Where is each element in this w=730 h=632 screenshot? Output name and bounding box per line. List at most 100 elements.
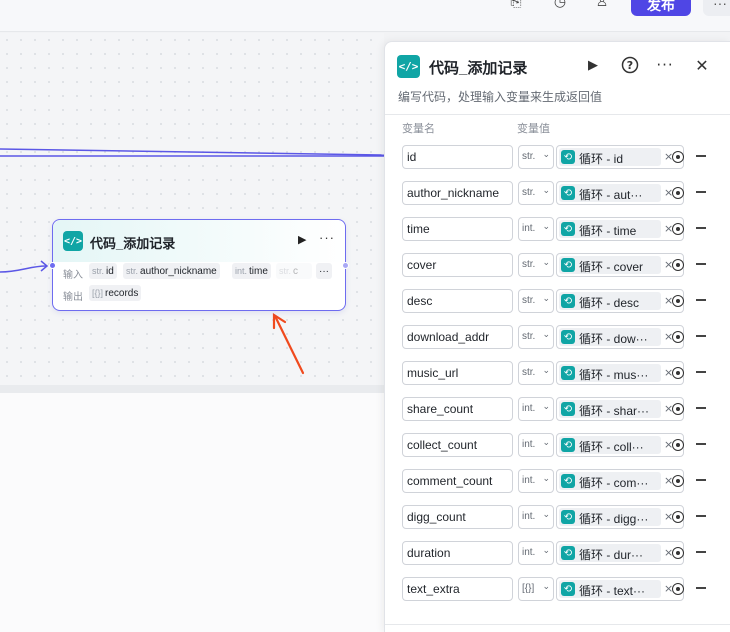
close-icon[interactable]: ✕ [692, 55, 712, 75]
loop-icon: ⟲ [561, 294, 575, 308]
loop-icon: ⟲ [561, 510, 575, 524]
variable-type-label: str. [522, 367, 536, 378]
variable-type-label: int. [522, 547, 536, 558]
variable-value-text: 循环 - dur··· [579, 548, 643, 562]
variable-value-field[interactable]: ⟲ 循环 - shar··· × [556, 397, 684, 421]
variable-type-select[interactable]: int. ⌄ [518, 541, 554, 565]
variable-picker-icon[interactable] [672, 259, 684, 271]
remove-variable-icon[interactable] [696, 299, 706, 301]
variable-type-select[interactable]: int. ⌄ [518, 397, 554, 421]
variable-picker-icon[interactable] [672, 331, 684, 343]
help-icon[interactable]: ? [620, 55, 640, 75]
remove-variable-icon[interactable] [696, 587, 706, 589]
variable-picker-icon[interactable] [672, 151, 684, 163]
loop-icon: ⟲ [561, 402, 575, 416]
variable-picker-icon[interactable] [672, 547, 684, 559]
remove-variable-icon[interactable] [696, 443, 706, 445]
node-inputs-more-icon[interactable]: ··· [316, 263, 332, 279]
variable-value-text: 循环 - desc [579, 296, 640, 310]
variable-type-select[interactable]: int. ⌄ [518, 217, 554, 241]
variable-picker-icon[interactable] [672, 403, 684, 415]
variable-value-field[interactable]: ⟲ 循环 - text··· × [556, 577, 684, 601]
variable-picker-icon[interactable] [672, 439, 684, 451]
variable-value-field[interactable]: ⟲ 循环 - time × [556, 217, 684, 241]
remove-variable-icon[interactable] [696, 371, 706, 373]
variable-name-input[interactable]: collect_count [402, 433, 513, 457]
remove-variable-icon[interactable] [696, 551, 706, 553]
chevron-down-icon: ⌄ [542, 546, 550, 556]
variable-picker-icon[interactable] [672, 511, 684, 523]
variable-picker-icon[interactable] [672, 475, 684, 487]
publish-button[interactable]: 发布 [631, 0, 691, 16]
more-icon[interactable]: ··· [655, 55, 675, 75]
variable-value-field[interactable]: ⟲ 循环 - dow··· × [556, 325, 684, 349]
variable-name-input[interactable]: comment_count [402, 469, 513, 493]
run-icon[interactable]: ▶ [583, 55, 603, 75]
user-icon[interactable]: ♙ [589, 0, 615, 12]
code-icon: </> [397, 55, 420, 78]
loop-icon: ⟲ [561, 366, 575, 380]
variable-name-input[interactable]: time [402, 217, 513, 241]
remove-variable-icon[interactable] [696, 407, 706, 409]
variable-value-field[interactable]: ⟲ 循环 - dur··· × [556, 541, 684, 565]
variable-value-field[interactable]: ⟲ 循环 - cover × [556, 253, 684, 277]
variable-value-field[interactable]: ⟲ 循环 - mus··· × [556, 361, 684, 385]
variable-name-input[interactable]: download_addr [402, 325, 513, 349]
remove-variable-icon[interactable] [696, 227, 706, 229]
remove-variable-icon[interactable] [696, 191, 706, 193]
variable-value-field[interactable]: ⟲ 循环 - desc × [556, 289, 684, 313]
variable-type-select[interactable]: [{}] ⌄ [518, 577, 554, 601]
variable-name-input[interactable]: id [402, 145, 513, 169]
variable-type-label: int. [522, 475, 536, 486]
node-input-chip: str. author_nickname [123, 263, 220, 279]
variable-value-field[interactable]: ⟲ 循环 - coll··· × [556, 433, 684, 457]
variable-name-input[interactable]: desc [402, 289, 513, 313]
remove-variable-icon[interactable] [696, 335, 706, 337]
variable-name-input[interactable]: cover [402, 253, 513, 277]
variable-value-text: 循环 - dow··· [579, 332, 648, 346]
variable-name-input[interactable]: author_nickname [402, 181, 513, 205]
variable-type-select[interactable]: str. ⌄ [518, 361, 554, 385]
variable-picker-icon[interactable] [672, 223, 684, 235]
remove-variable-icon[interactable] [696, 155, 706, 157]
more-icon[interactable]: ··· [703, 0, 730, 16]
variable-type-select[interactable]: int. ⌄ [518, 505, 554, 529]
variable-picker-icon[interactable] [672, 187, 684, 199]
variable-value-chip: ⟲ 循环 - mus··· [559, 364, 661, 382]
variable-type-select[interactable]: str. ⌄ [518, 289, 554, 313]
variable-type-select[interactable]: int. ⌄ [518, 469, 554, 493]
variable-value-text: 循环 - digg··· [579, 512, 649, 526]
variable-value-field[interactable]: ⟲ 循环 - aut··· × [556, 181, 684, 205]
variable-type-select[interactable]: str. ⌄ [518, 181, 554, 205]
variable-picker-icon[interactable] [672, 367, 684, 379]
node-output-chip: [{}] records [89, 285, 142, 301]
node-input-port[interactable] [49, 262, 56, 269]
variable-picker-icon[interactable] [672, 583, 684, 595]
variable-name-input[interactable]: share_count [402, 397, 513, 421]
variable-value-chip: ⟲ 循环 - shar··· [559, 400, 661, 418]
node-output-port[interactable] [342, 262, 349, 269]
remove-variable-icon[interactable] [696, 515, 706, 517]
variable-type-select[interactable]: int. ⌄ [518, 433, 554, 457]
variable-picker-icon[interactable] [672, 295, 684, 307]
variable-name-input[interactable]: duration [402, 541, 513, 565]
variable-type-select[interactable]: str. ⌄ [518, 253, 554, 277]
copy-icon[interactable]: ⎘ [503, 0, 529, 12]
run-icon[interactable]: ▶ [298, 233, 306, 246]
variable-name-input[interactable]: music_url [402, 361, 513, 385]
variable-type-select[interactable]: str. ⌄ [518, 145, 554, 169]
history-icon[interactable]: ◷ [547, 0, 573, 12]
remove-variable-icon[interactable] [696, 479, 706, 481]
variable-value-field[interactable]: ⟲ 循环 - digg··· × [556, 505, 684, 529]
variable-value-field[interactable]: ⟲ 循环 - com··· × [556, 469, 684, 493]
variable-name-input[interactable]: text_extra [402, 577, 513, 601]
variable-name-input[interactable]: digg_count [402, 505, 513, 529]
variable-value-field[interactable]: ⟲ 循环 - id × [556, 145, 684, 169]
workflow-canvas[interactable] [0, 33, 384, 385]
variable-value-text: 循环 - aut··· [579, 188, 643, 202]
variable-type-select[interactable]: str. ⌄ [518, 325, 554, 349]
node-more-icon[interactable]: ··· [319, 230, 335, 245]
remove-variable-icon[interactable] [696, 263, 706, 265]
code-node-card[interactable]: </> 代码_添加记录 ▶ ··· 输入 str. id str. author_n… [52, 219, 346, 311]
variable-value-text: 循环 - cover [579, 260, 644, 274]
